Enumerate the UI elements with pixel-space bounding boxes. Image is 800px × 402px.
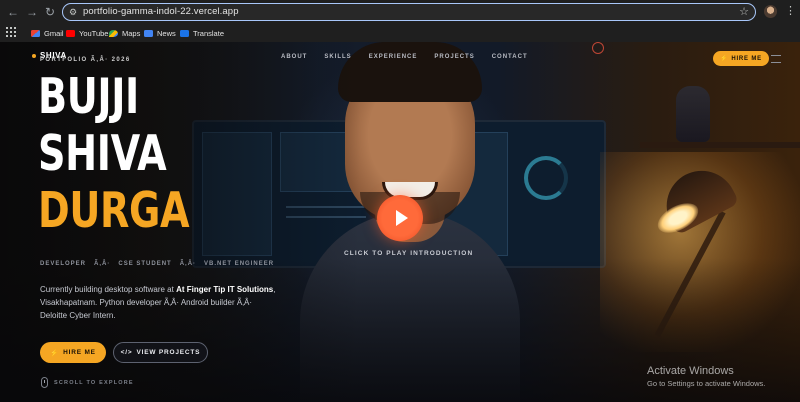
nav-projects[interactable]: PROJECTS [434, 54, 474, 60]
reload-icon[interactable]: ↻ [42, 4, 58, 20]
scroll-hint-label: SCROLL TO EXPLORE [54, 379, 134, 386]
cursor-ring-icon [592, 42, 604, 54]
play-intro-caption: CLICK TO PLAY INTRODUCTION [344, 250, 474, 257]
bookmark-label: News [157, 28, 176, 38]
browser-menu-icon[interactable]: ⋮ [785, 4, 796, 18]
view-projects-button[interactable]: </> VIEW PROJECTS [113, 342, 208, 363]
role-cse-student: CSE STUDENT [118, 261, 172, 267]
bookmark-youtube[interactable]: YouTube [66, 26, 108, 40]
hero-name-line3: DURGA [38, 182, 190, 239]
hero-name-line2: SHIVA [38, 125, 167, 182]
gmail-icon [31, 29, 40, 37]
nav-about[interactable]: ABOUT [281, 54, 307, 60]
play-intro-button[interactable] [377, 195, 423, 241]
bookmark-label: Maps [122, 28, 141, 38]
profile-avatar[interactable] [764, 5, 777, 18]
bookmark-label: Translate [193, 28, 224, 38]
translate-icon [180, 29, 189, 37]
activation-subtitle: Go to Settings to activate Windows. [647, 379, 766, 388]
address-bar[interactable]: ⚙ portfolio-gamma-indol-22.vercel.app ☆ [62, 3, 756, 21]
bookmark-label: Gmail [44, 28, 64, 38]
nav-contact[interactable]: CONTACT [492, 54, 528, 60]
role-separator: Ã‚Â· [179, 261, 197, 267]
news-icon [144, 29, 153, 37]
site-settings-icon[interactable]: ⚙ [69, 6, 77, 18]
windows-activation-watermark: Activate Windows Go to Settings to activ… [647, 365, 765, 388]
hire-me-header-button[interactable]: ⚡ HIRE ME [713, 51, 769, 66]
lightning-icon: ⚡ [50, 349, 60, 357]
apps-grid-icon[interactable] [6, 27, 16, 37]
menu-toggle-icon[interactable] [771, 55, 781, 63]
forward-arrow-icon[interactable]: → [24, 4, 40, 20]
bookmark-translate[interactable]: Translate [180, 26, 224, 40]
hero-roles: DEVELOPER Ã‚Â· CSE STUDENT Ã‚Â· VB.NET E… [40, 261, 274, 267]
logo-dot-icon [32, 53, 36, 58]
scroll-hint[interactable]: SCROLL TO EXPLORE [41, 377, 134, 388]
role-developer: DEVELOPER [40, 261, 87, 267]
portfolio-page: SHIVA PORTFOLIO Ã‚Â· 2026 ABOUT SKILLS E… [0, 42, 800, 402]
portfolio-tag: PORTFOLIO Ã‚Â· 2026 [40, 57, 131, 63]
address-bar-url[interactable]: portfolio-gamma-indol-22.vercel.app [83, 6, 239, 18]
bookmark-gmail[interactable]: Gmail [31, 26, 64, 40]
nav-skills[interactable]: SKILLS [324, 54, 351, 60]
lightning-icon: ⚡ [720, 56, 729, 62]
browser-chrome: ← → ↻ ⚙ portfolio-gamma-indol-22.vercel.… [0, 0, 800, 42]
role-separator: Ã‚Â· [94, 261, 111, 267]
bookmark-label: YouTube [79, 28, 109, 38]
hire-me-button[interactable]: ⚡ HIRE ME [40, 342, 106, 363]
bookmark-news[interactable]: News [144, 26, 176, 40]
code-icon: </> [120, 349, 133, 356]
back-arrow-icon[interactable]: ← [5, 4, 21, 20]
youtube-icon [66, 29, 75, 37]
hero-bio: Currently building desktop software at A… [40, 283, 280, 322]
browser-toolbar: ← → ↻ ⚙ portfolio-gamma-indol-22.vercel.… [0, 0, 800, 24]
hire-me-label: HIRE ME [63, 349, 96, 356]
bookmark-star-icon[interactable]: ☆ [739, 5, 749, 19]
nav-experience[interactable]: EXPERIENCE [369, 54, 418, 60]
view-projects-label: VIEW PROJECTS [136, 349, 201, 356]
bio-text: Currently building desktop software at [40, 285, 177, 294]
role-vbnet-engineer: VB.NET ENGINEER [204, 261, 275, 267]
hero-name-line1: BUJJI [38, 68, 139, 125]
mouse-scroll-icon [41, 377, 48, 388]
bookmark-maps[interactable]: Maps [109, 26, 140, 40]
bio-company: At Finger Tip IT Solutions [176, 285, 274, 294]
maps-icon [109, 29, 118, 37]
site-nav: ABOUT SKILLS EXPERIENCE PROJECTS CONTACT [281, 54, 528, 60]
bookmarks-bar: Gmail YouTube Maps News Translate [0, 24, 800, 42]
activation-title: Activate Windows [647, 365, 734, 377]
hire-me-header-label: HIRE ME [731, 55, 762, 62]
